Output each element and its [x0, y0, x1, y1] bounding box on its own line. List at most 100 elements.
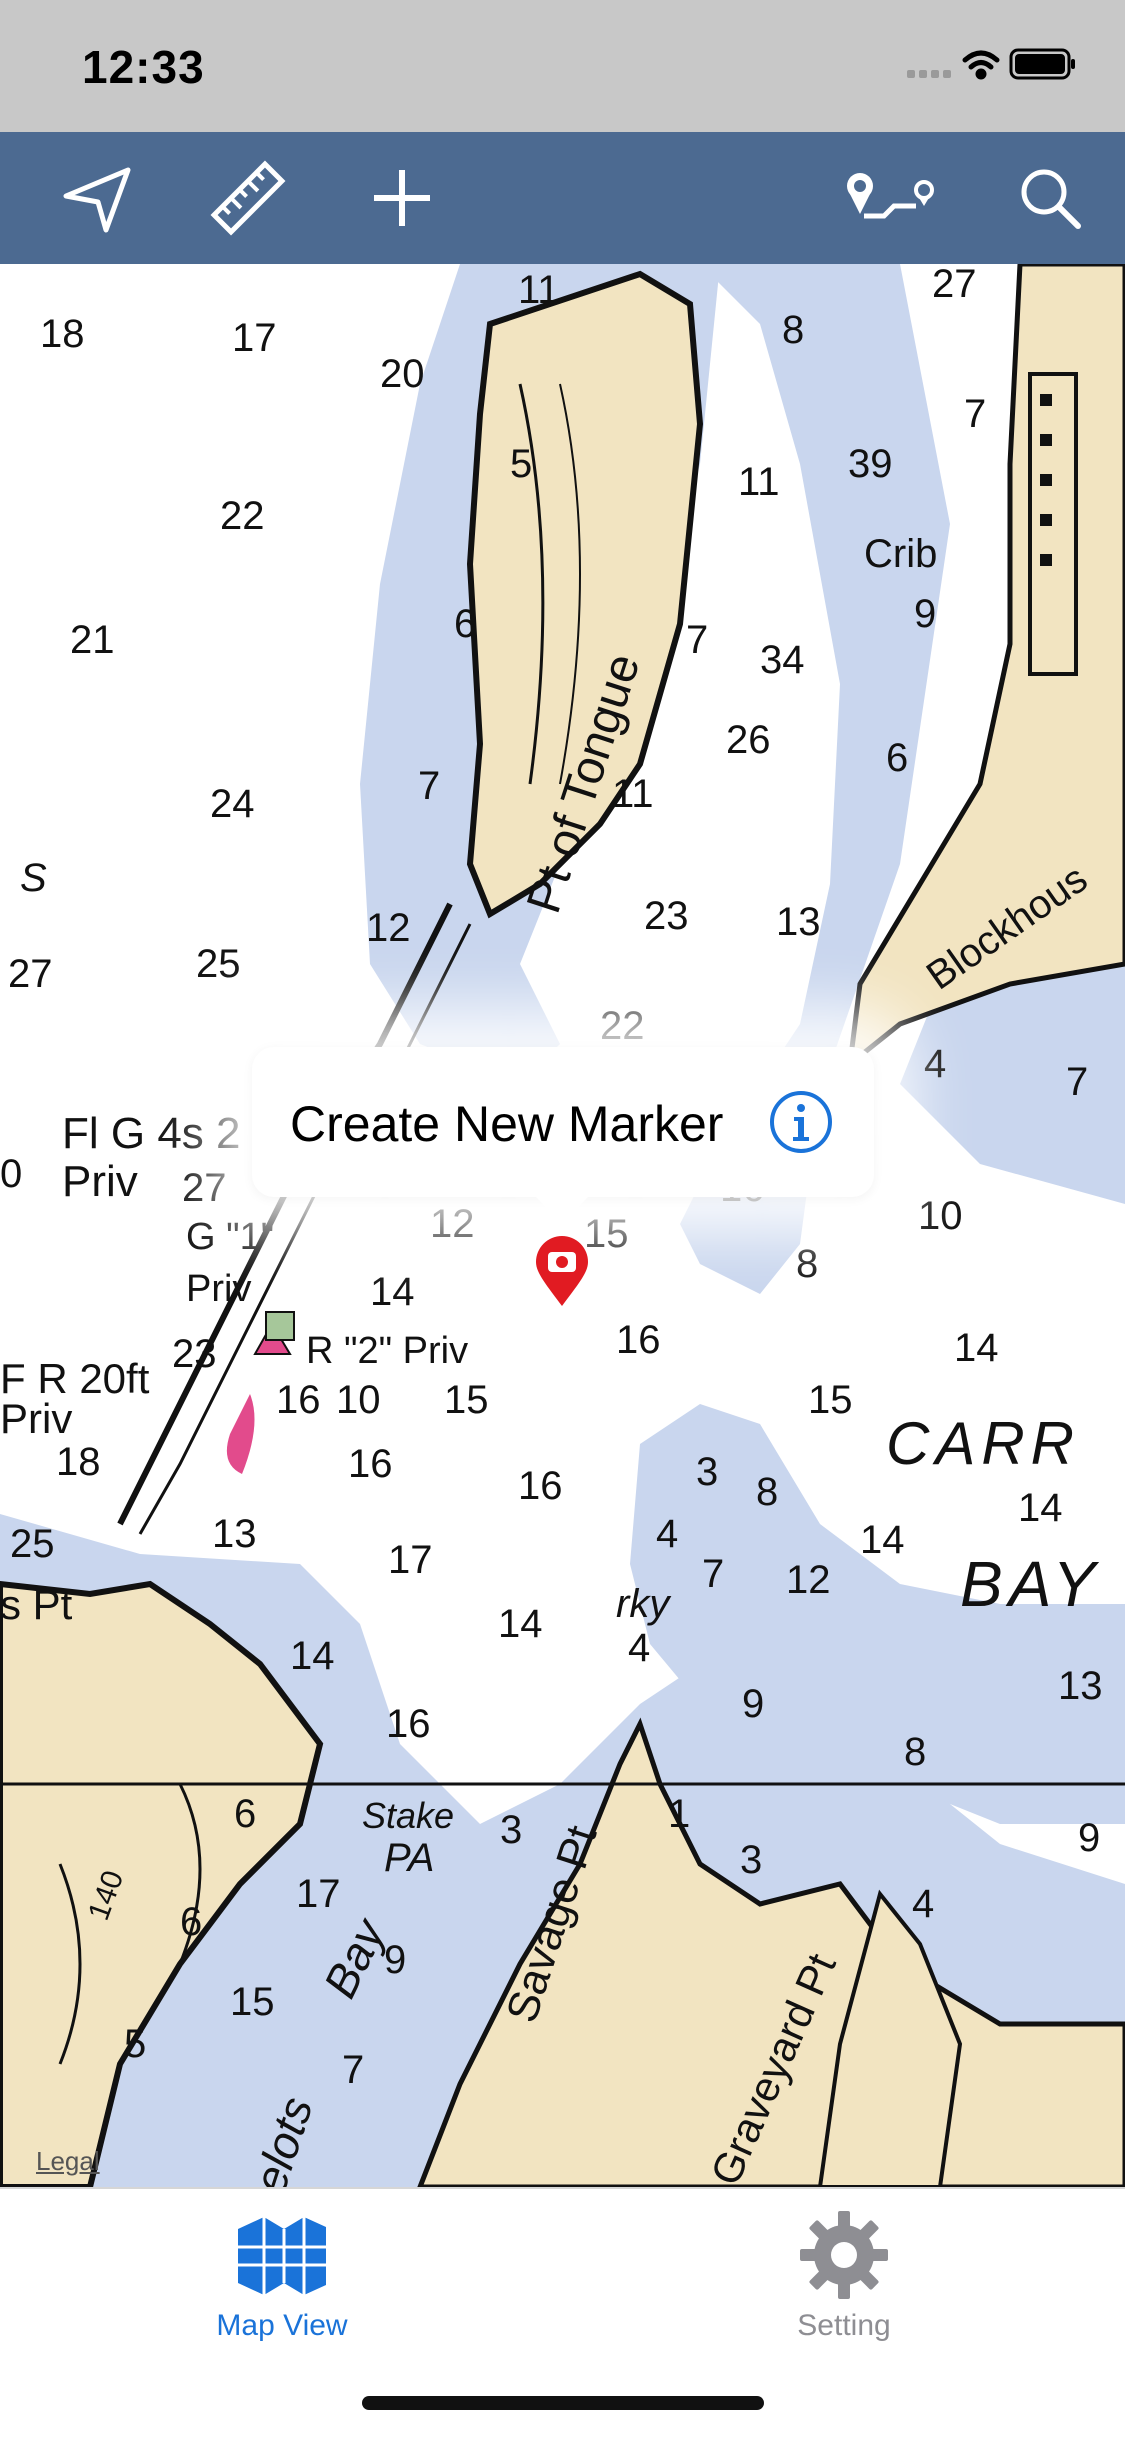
search-button[interactable] — [1008, 156, 1092, 240]
depth-sounding: 18 — [40, 312, 85, 356]
depth-sounding: 14 — [1018, 1486, 1063, 1530]
depth-sounding: 12 — [366, 906, 411, 950]
depth-sounding: 5 — [510, 442, 533, 486]
chart-label: S — [20, 856, 47, 900]
top-toolbar — [0, 132, 1125, 264]
depth-sounding: 34 — [760, 638, 805, 682]
depth-sounding: 7 — [686, 618, 709, 662]
depth-sounding: 22 — [220, 494, 265, 538]
depth-sounding: 26 — [726, 718, 771, 762]
depth-sounding: 5 — [124, 2022, 147, 2066]
depth-sounding: 24 — [210, 782, 255, 826]
chart-label: Priv — [0, 1395, 73, 1442]
chart-label: Stake — [362, 1795, 455, 1836]
chart-label: BAY — [960, 1548, 1102, 1620]
depth-sounding: 4 — [628, 1626, 651, 1670]
tab-label: Map View — [216, 2309, 348, 2342]
ruler-icon — [210, 160, 286, 236]
chart-label: 0 — [0, 1152, 23, 1196]
depth-sounding: 8 — [904, 1730, 927, 1774]
depth-sounding: 11 — [518, 268, 560, 312]
signal-icon — [907, 70, 951, 78]
depth-sounding: 15 — [584, 1212, 629, 1256]
search-icon — [1021, 169, 1081, 229]
depth-sounding: 27 — [932, 264, 977, 306]
depth-sounding: 16 — [616, 1318, 661, 1362]
depth-sounding: 4 — [656, 1512, 679, 1556]
depth-sounding: 7 — [342, 2048, 365, 2092]
depth-sounding: 27 — [182, 1166, 227, 1210]
depth-sounding: 16 — [386, 1702, 431, 1746]
depth-sounding: 8 — [782, 308, 805, 352]
tab-label: Setting — [797, 2309, 891, 2342]
depth-sounding: 10 — [336, 1378, 381, 1422]
depth-sounding: 23 — [644, 894, 689, 938]
create-marker-callout[interactable]: Create New Marker — [252, 1047, 874, 1223]
depth-sounding: 15 — [808, 1378, 853, 1422]
depth-sounding: 6 — [886, 736, 909, 780]
depth-sounding: 15 — [444, 1378, 489, 1422]
marker-pin-icon[interactable] — [534, 1236, 590, 1308]
chart-label: G "1" — [186, 1216, 275, 1258]
battery-icon — [1009, 48, 1075, 80]
depth-sounding: 14 — [498, 1602, 543, 1646]
depth-sounding: 16 — [276, 1378, 321, 1422]
depth-sounding: 6 — [180, 1900, 203, 1944]
depth-sounding: 7 — [964, 392, 987, 436]
route-button[interactable] — [838, 156, 938, 240]
depth-sounding: 8 — [756, 1470, 779, 1514]
depth-sounding: 13 — [1058, 1664, 1103, 1708]
depth-sounding: 16 — [348, 1442, 393, 1486]
depth-sounding: 6 — [454, 602, 477, 646]
navigate-button[interactable] — [56, 156, 140, 240]
tab-map-view[interactable]: Map View — [162, 2207, 402, 2357]
depth-sounding: 11 — [738, 460, 780, 504]
home-indicator — [362, 2396, 764, 2410]
ruler-button[interactable] — [206, 156, 290, 240]
chart-label: rky — [616, 1582, 670, 1626]
nautical-chart-map[interactable]: 11 27 18 17 20 8 7 5 11 39 22 Crib 9 21 … — [0, 264, 1125, 2187]
depth-sounding: 3 — [500, 1808, 523, 1852]
depth-sounding: 22 — [600, 1004, 645, 1048]
chart-label: Priv — [62, 1157, 138, 1206]
depth-sounding: 17 — [388, 1538, 433, 1582]
depth-sounding: 9 — [914, 592, 937, 636]
depth-sounding: 21 — [70, 618, 115, 662]
legal-link[interactable]: Legal — [36, 2146, 100, 2177]
depth-sounding: 14 — [954, 1326, 999, 1370]
wifi-icon — [962, 50, 1000, 80]
depth-sounding: 20 — [380, 352, 425, 396]
depth-sounding: 14 — [860, 1518, 905, 1562]
depth-sounding: Crib — [864, 532, 938, 576]
depth-sounding: 10 — [918, 1194, 963, 1238]
depth-sounding: 16 — [518, 1464, 563, 1508]
info-icon[interactable] — [768, 1089, 834, 1155]
depth-sounding: 23 — [172, 1332, 217, 1376]
depth-sounding: 13 — [212, 1512, 257, 1556]
add-icon — [374, 170, 430, 226]
route-icon — [847, 173, 934, 219]
depth-sounding: 25 — [196, 942, 241, 986]
depth-sounding: 12 — [786, 1558, 831, 1602]
depth-sounding: 7 — [418, 764, 441, 808]
depth-sounding: 1 — [668, 1792, 691, 1836]
chart-label: R "2" Priv — [306, 1330, 469, 1372]
depth-sounding: 6 — [234, 1792, 257, 1836]
depth-sounding: 11 — [612, 772, 654, 816]
add-button[interactable] — [360, 156, 444, 240]
depth-sounding: 17 — [296, 1872, 341, 1916]
map-icon — [238, 2217, 326, 2295]
chart-label: s Pt — [0, 1581, 73, 1628]
depth-sounding: 7 — [1066, 1060, 1089, 1104]
depth-sounding: 3 — [740, 1838, 763, 1882]
depth-sounding: 9 — [1078, 1816, 1101, 1860]
depth-sounding: 4 — [924, 1042, 947, 1086]
tab-setting[interactable]: Setting — [724, 2207, 964, 2357]
depth-sounding: 39 — [848, 442, 893, 486]
navigate-icon — [63, 167, 131, 233]
chart-label: F R 20ft — [0, 1355, 150, 1402]
chart-label: CARR — [886, 1410, 1081, 1477]
depth-sounding: 25 — [10, 1522, 55, 1566]
depth-sounding: 13 — [776, 900, 821, 944]
chart-label: Priv — [186, 1268, 252, 1310]
